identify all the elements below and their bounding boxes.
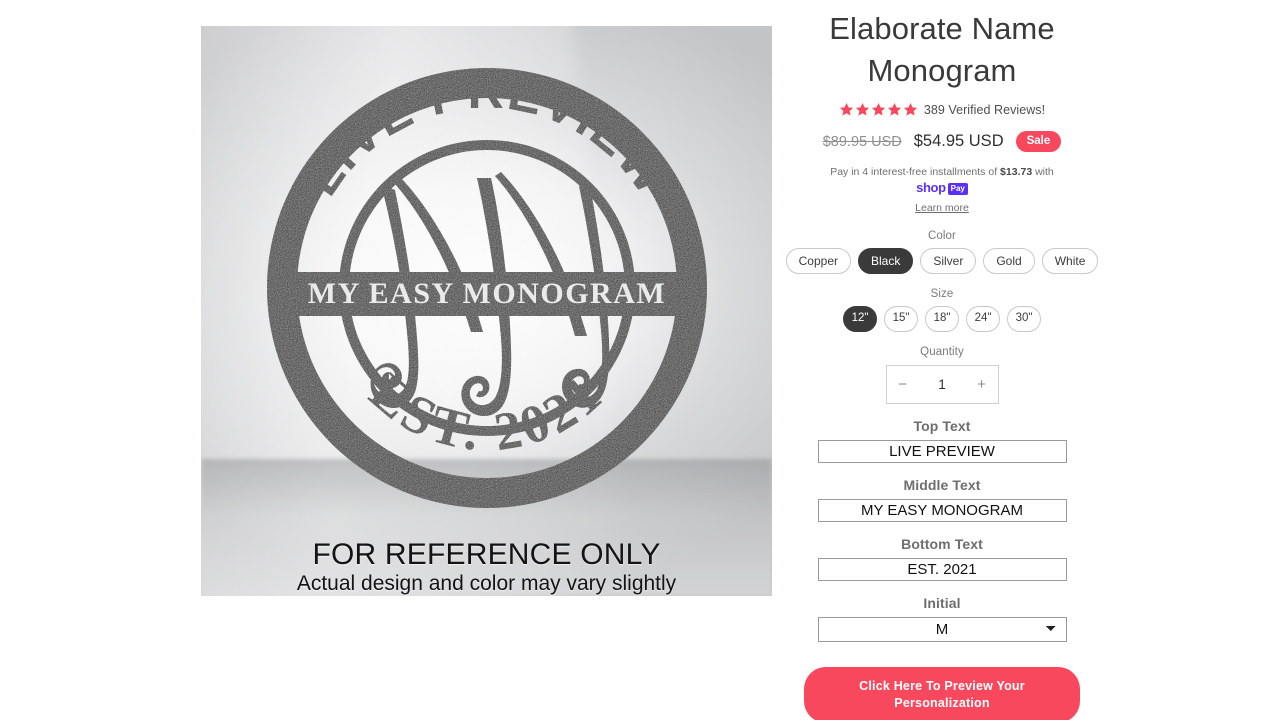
color-option-group: Copper Black Silver Gold White: [785, 248, 1099, 275]
star-icon: [903, 103, 917, 116]
size-option-12[interactable]: 12": [843, 306, 877, 333]
sign-banner-text: MY EASY MONOGRAM: [307, 277, 665, 310]
bottom-text-input[interactable]: [817, 558, 1067, 582]
color-option-label: Color: [928, 230, 956, 243]
page-title: Elaborate Name Monogram: [829, 11, 1055, 89]
current-price: $54.95 USD: [913, 132, 1004, 151]
size-option-18[interactable]: 18": [925, 306, 959, 333]
quantity-value[interactable]: 1: [919, 377, 966, 392]
learn-more-link[interactable]: Learn more: [915, 201, 969, 216]
initial-field-group: Initial M: [804, 595, 1080, 643]
top-text-input[interactable]: [817, 440, 1067, 464]
product-info: Elaborate Name Monogram 389 Verified Rev…: [785, 0, 1099, 720]
quantity-stepper: − 1 +: [885, 365, 999, 405]
plus-icon[interactable]: +: [966, 366, 998, 403]
product-page: LIVE PREVIEW EST. 2021: [0, 0, 1280, 720]
color-option-copper[interactable]: Copper: [785, 248, 851, 275]
status-badge: Sale: [1015, 131, 1062, 152]
metal-monogram-sign: LIVE PREVIEW EST. 2021: [263, 64, 711, 512]
size-option-group: 12" 15" 18" 24" 30": [804, 306, 1080, 333]
installments-suffix: with: [1035, 165, 1054, 178]
color-option-gold[interactable]: Gold: [983, 248, 1035, 275]
star-rating: [839, 102, 918, 117]
color-option-white[interactable]: White: [1041, 248, 1099, 275]
shop-pay-logo: shop Pay: [916, 179, 968, 198]
size-option-30[interactable]: 30": [1007, 306, 1041, 333]
preview-personalization-button[interactable]: Click Here To Preview Your Personalizati…: [804, 667, 1080, 720]
quantity-stepper-wrap: − 1 +: [804, 365, 1080, 405]
price-row: $89.95 USD $54.95 USD Sale: [804, 131, 1080, 152]
disclaimer-main: FOR REFERENCE ONLY: [312, 538, 661, 571]
star-icon: [887, 103, 901, 116]
image-disclaimer: FOR REFERENCE ONLY Actual design and col…: [201, 538, 772, 595]
star-icon: [871, 103, 885, 116]
size-option-15[interactable]: 15": [884, 306, 918, 333]
bottom-text-label: Bottom Text: [901, 536, 983, 553]
color-option-black[interactable]: Black: [857, 248, 914, 275]
compare-at-price: $89.95 USD: [822, 133, 902, 150]
shop-pay-wordmark: shop: [916, 180, 946, 196]
top-text-field-group: Top Text: [804, 418, 1080, 464]
shop-pay-tag: Pay: [947, 182, 968, 195]
size-option-label: Size: [930, 288, 954, 301]
rating-row[interactable]: 389 Verified Reviews!: [804, 102, 1080, 117]
color-option-silver[interactable]: Silver: [920, 248, 977, 275]
star-icon: [839, 103, 853, 116]
disclaimer-sub: Actual design and color may vary slightl…: [296, 572, 677, 595]
middle-text-field-group: Middle Text: [804, 477, 1080, 523]
size-option-24[interactable]: 24": [966, 306, 1000, 333]
initial-select[interactable]: M: [817, 617, 1067, 643]
product-image[interactable]: LIVE PREVIEW EST. 2021: [201, 26, 772, 596]
top-text-label: Top Text: [913, 418, 971, 435]
minus-icon[interactable]: −: [887, 366, 919, 403]
installments-amount: $13.73: [1000, 165, 1033, 178]
quantity-label: Quantity: [920, 346, 964, 359]
initial-label: Initial: [923, 595, 961, 612]
installments-notice: Pay in 4 interest-free installments of $…: [804, 165, 1080, 216]
installments-prefix: Pay in 4 interest-free installments of: [830, 165, 998, 178]
reviews-count[interactable]: 389 Verified Reviews!: [924, 103, 1045, 117]
middle-text-label: Middle Text: [903, 477, 981, 494]
middle-text-input[interactable]: [817, 499, 1067, 523]
star-icon: [855, 103, 869, 116]
cta-wrap: Click Here To Preview Your Personalizati…: [804, 667, 1080, 720]
bottom-text-field-group: Bottom Text: [804, 536, 1080, 582]
